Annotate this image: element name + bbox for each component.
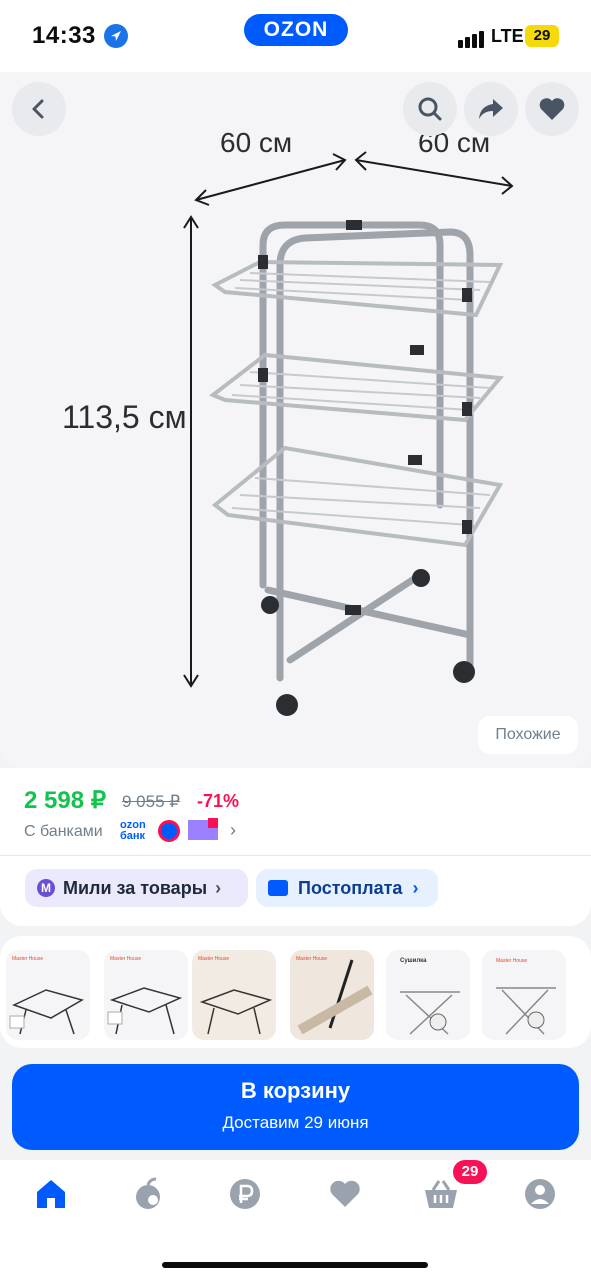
nav-fresh[interactable] bbox=[128, 1176, 168, 1212]
delivery-date-label: Доставим 29 июня bbox=[222, 1113, 369, 1132]
thumbnail-6[interactable]: Master House bbox=[482, 950, 566, 1040]
cart-icon bbox=[425, 1180, 457, 1208]
thumbnail-5[interactable]: Сушилка bbox=[386, 950, 470, 1040]
miles-promo[interactable]: M Мили за товары › bbox=[25, 869, 248, 907]
similar-button[interactable]: Похожие bbox=[478, 716, 578, 754]
card-accent-icon bbox=[208, 818, 218, 828]
heart-icon bbox=[539, 98, 565, 120]
thumbnail-caption: Сушилка bbox=[400, 958, 427, 964]
battery-indicator: 29 bbox=[525, 25, 559, 47]
divider bbox=[0, 855, 591, 856]
thumbnail-4[interactable]: Master House bbox=[290, 950, 374, 1040]
chevron-right-icon: › bbox=[412, 877, 419, 898]
discount-badge: -71% bbox=[197, 791, 240, 811]
banks-label[interactable]: С банками bbox=[24, 823, 103, 841]
thumbnail-caption: Master House bbox=[12, 956, 44, 962]
ozon-logo[interactable]: OZON bbox=[244, 14, 348, 46]
thumbnail-caption: Master House bbox=[198, 956, 230, 962]
profile-icon bbox=[525, 1179, 555, 1209]
postpay-label: Постоплата bbox=[298, 877, 403, 898]
nav-home[interactable] bbox=[31, 1176, 71, 1212]
postpay-card-icon bbox=[268, 880, 288, 896]
add-to-cart-button[interactable]: В корзину Доставим 29 июня bbox=[12, 1064, 579, 1150]
width-label-left: 60 см bbox=[220, 127, 292, 158]
chevron-right-icon[interactable]: › bbox=[230, 820, 236, 841]
sbp-icon bbox=[158, 820, 180, 842]
thumbnail-caption: Master House bbox=[496, 958, 528, 964]
cart-count-badge: 29 bbox=[453, 1160, 487, 1184]
miles-label: Мили за товары bbox=[63, 877, 208, 898]
thumbnail-caption: Master House bbox=[110, 956, 142, 962]
search-button[interactable] bbox=[403, 82, 457, 136]
current-price: 2 598 ₽ bbox=[24, 787, 106, 814]
ozon-bank-line2: банк bbox=[120, 830, 146, 842]
thumbnail-3[interactable]: Master House bbox=[192, 950, 276, 1040]
nav-cart[interactable] bbox=[421, 1176, 461, 1212]
signal-icon bbox=[458, 30, 486, 48]
miles-icon: M bbox=[37, 879, 55, 897]
search-icon bbox=[418, 97, 442, 121]
thumbnail-1[interactable]: Master House bbox=[6, 950, 90, 1040]
product-image-card[interactable]: 60 см 60 см 113,5 см bbox=[0, 72, 591, 768]
nav-favorites[interactable] bbox=[325, 1176, 365, 1212]
postpay-promo[interactable]: Постоплата › bbox=[256, 869, 438, 907]
add-to-cart-label: В корзину bbox=[240, 1078, 351, 1103]
height-label: 113,5 см bbox=[62, 399, 187, 435]
share-icon bbox=[479, 99, 503, 119]
nav-profile[interactable] bbox=[520, 1176, 560, 1212]
home-icon bbox=[37, 1180, 65, 1208]
share-button[interactable] bbox=[464, 82, 518, 136]
chevron-right-icon: › bbox=[215, 877, 222, 898]
status-time: 14:33 bbox=[32, 22, 96, 49]
fresh-icon bbox=[136, 1177, 160, 1209]
network-label: LTE bbox=[491, 26, 524, 46]
favorite-button[interactable] bbox=[525, 82, 579, 136]
favorites-icon bbox=[330, 1180, 360, 1207]
nav-finance[interactable] bbox=[225, 1176, 265, 1212]
thumbnail-caption: Master House bbox=[296, 956, 328, 962]
back-button[interactable] bbox=[12, 82, 66, 136]
old-price: 9 055 ₽ bbox=[122, 792, 181, 811]
thumbnail-2[interactable]: Master House bbox=[104, 950, 188, 1040]
home-indicator bbox=[162, 1262, 428, 1268]
ruble-icon bbox=[230, 1179, 260, 1209]
ozon-bank-logo: ozon банк bbox=[120, 820, 146, 842]
location-icon bbox=[104, 24, 128, 48]
back-icon bbox=[32, 99, 44, 119]
drying-rack-image: 60 см 60 см 113,5 см bbox=[62, 127, 514, 716]
